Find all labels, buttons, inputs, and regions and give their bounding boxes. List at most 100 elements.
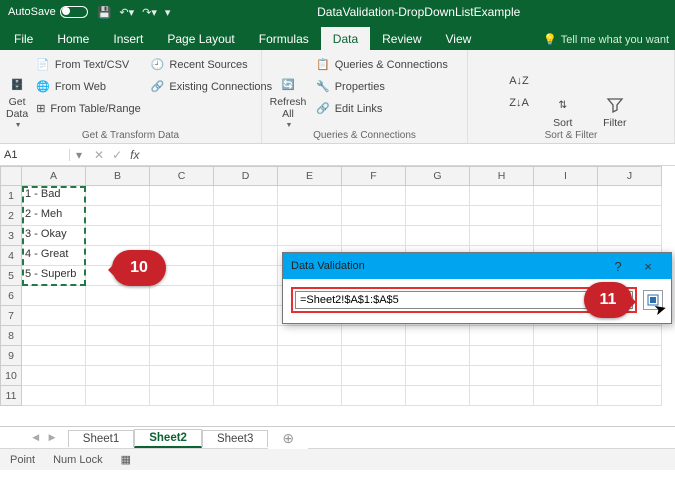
tab-insert[interactable]: Insert — [101, 27, 155, 50]
row-header[interactable]: 2 — [0, 206, 22, 226]
cell[interactable] — [278, 346, 342, 366]
row-header[interactable]: 4 — [0, 246, 22, 266]
cell[interactable] — [214, 346, 278, 366]
tab-home[interactable]: Home — [45, 27, 101, 50]
col-header[interactable]: H — [470, 166, 534, 186]
cell[interactable] — [214, 266, 278, 286]
cell[interactable] — [598, 366, 662, 386]
autosave-toggle[interactable] — [60, 6, 88, 18]
row-header[interactable]: 7 — [0, 306, 22, 326]
cell[interactable] — [22, 386, 86, 406]
properties-button[interactable]: 🔧Properties — [314, 76, 450, 97]
cell[interactable] — [534, 186, 598, 206]
cell-a5[interactable]: 5 - Superb — [22, 266, 86, 286]
edit-links-button[interactable]: 🔗Edit Links — [314, 98, 450, 119]
cell[interactable] — [150, 366, 214, 386]
cell[interactable] — [86, 346, 150, 366]
from-text-csv-button[interactable]: 📄From Text/CSV — [34, 54, 143, 75]
cell[interactable] — [406, 366, 470, 386]
customize-qat-icon[interactable]: ▾ — [165, 6, 171, 19]
tab-view[interactable]: View — [434, 27, 484, 50]
cell[interactable] — [342, 366, 406, 386]
sort-button[interactable]: ⇅ Sort — [543, 54, 583, 129]
cell[interactable] — [278, 186, 342, 206]
cell[interactable] — [86, 386, 150, 406]
cell[interactable] — [214, 286, 278, 306]
cell[interactable] — [406, 326, 470, 346]
cell[interactable] — [534, 226, 598, 246]
cell[interactable] — [598, 206, 662, 226]
row-header[interactable]: 1 — [0, 186, 22, 206]
cell[interactable] — [278, 206, 342, 226]
col-header[interactable]: C — [150, 166, 214, 186]
cell[interactable] — [22, 286, 86, 306]
cell[interactable] — [150, 286, 214, 306]
col-header[interactable]: A — [22, 166, 86, 186]
row-header[interactable]: 8 — [0, 326, 22, 346]
cell[interactable] — [278, 326, 342, 346]
recent-sources-button[interactable]: 🕘Recent Sources — [149, 54, 274, 75]
cell[interactable] — [150, 306, 214, 326]
cell[interactable] — [342, 186, 406, 206]
cell[interactable] — [214, 206, 278, 226]
cell[interactable] — [22, 366, 86, 386]
row-header[interactable]: 9 — [0, 346, 22, 366]
cell[interactable] — [470, 366, 534, 386]
next-sheet-icon[interactable]: ► — [46, 432, 57, 444]
cell[interactable] — [86, 226, 150, 246]
tell-me-search[interactable]: 💡 Tell me what you want — [537, 29, 675, 50]
cell[interactable] — [150, 186, 214, 206]
cell[interactable] — [342, 386, 406, 406]
cell[interactable] — [534, 206, 598, 226]
cell[interactable] — [406, 186, 470, 206]
col-header[interactable]: B — [86, 166, 150, 186]
cell[interactable] — [22, 306, 86, 326]
cell[interactable] — [86, 186, 150, 206]
cell-a1[interactable]: 1 - Bad — [22, 186, 86, 206]
cancel-formula-icon[interactable]: ✕ — [94, 148, 104, 162]
cell[interactable] — [86, 306, 150, 326]
cell[interactable] — [214, 366, 278, 386]
fx-icon[interactable]: fx — [130, 148, 139, 162]
cell[interactable] — [214, 246, 278, 266]
cell[interactable] — [534, 346, 598, 366]
redo-icon[interactable]: ↷▾ — [142, 6, 157, 19]
dialog-close-button[interactable]: × — [633, 259, 663, 274]
col-header[interactable]: F — [342, 166, 406, 186]
refresh-all-button[interactable]: 🔄 Refresh All ▼ — [268, 54, 308, 129]
from-table-button[interactable]: ⊞From Table/Range — [34, 98, 143, 119]
tab-page-layout[interactable]: Page Layout — [155, 27, 246, 50]
sort-za-button[interactable]: Z↓A — [507, 92, 531, 113]
cell[interactable] — [150, 206, 214, 226]
cell[interactable] — [214, 326, 278, 346]
get-data-button[interactable]: 🗄️ Get Data ▼ — [6, 54, 28, 129]
sheet-tab-3[interactable]: Sheet3 — [202, 430, 268, 447]
sheet-tab-2[interactable]: Sheet2 — [134, 429, 202, 448]
row-header[interactable]: 10 — [0, 366, 22, 386]
col-header[interactable]: I — [534, 166, 598, 186]
cell[interactable] — [342, 326, 406, 346]
cell[interactable] — [86, 206, 150, 226]
cell[interactable] — [598, 346, 662, 366]
dialog-help-button[interactable]: ? — [603, 259, 633, 274]
cell[interactable] — [470, 226, 534, 246]
namebox-dropdown[interactable]: ▾ — [70, 148, 88, 162]
col-header[interactable]: G — [406, 166, 470, 186]
cell[interactable] — [86, 286, 150, 306]
row-header[interactable]: 6 — [0, 286, 22, 306]
sort-az-button[interactable]: A↓Z — [507, 70, 531, 91]
new-sheet-button[interactable]: ⊕ — [268, 428, 308, 449]
cell[interactable] — [278, 366, 342, 386]
queries-connections-button[interactable]: 📋Queries & Connections — [314, 54, 450, 75]
row-header[interactable]: 11 — [0, 386, 22, 406]
cell[interactable] — [86, 326, 150, 346]
cell[interactable] — [598, 326, 662, 346]
cell-a4[interactable]: 4 - Great — [22, 246, 86, 266]
tab-review[interactable]: Review — [370, 27, 433, 50]
cell[interactable] — [534, 366, 598, 386]
from-web-button[interactable]: 🌐From Web — [34, 76, 143, 97]
cell[interactable] — [214, 386, 278, 406]
cell[interactable] — [534, 326, 598, 346]
source-range-input[interactable] — [295, 291, 633, 309]
tab-file[interactable]: File — [2, 27, 45, 50]
